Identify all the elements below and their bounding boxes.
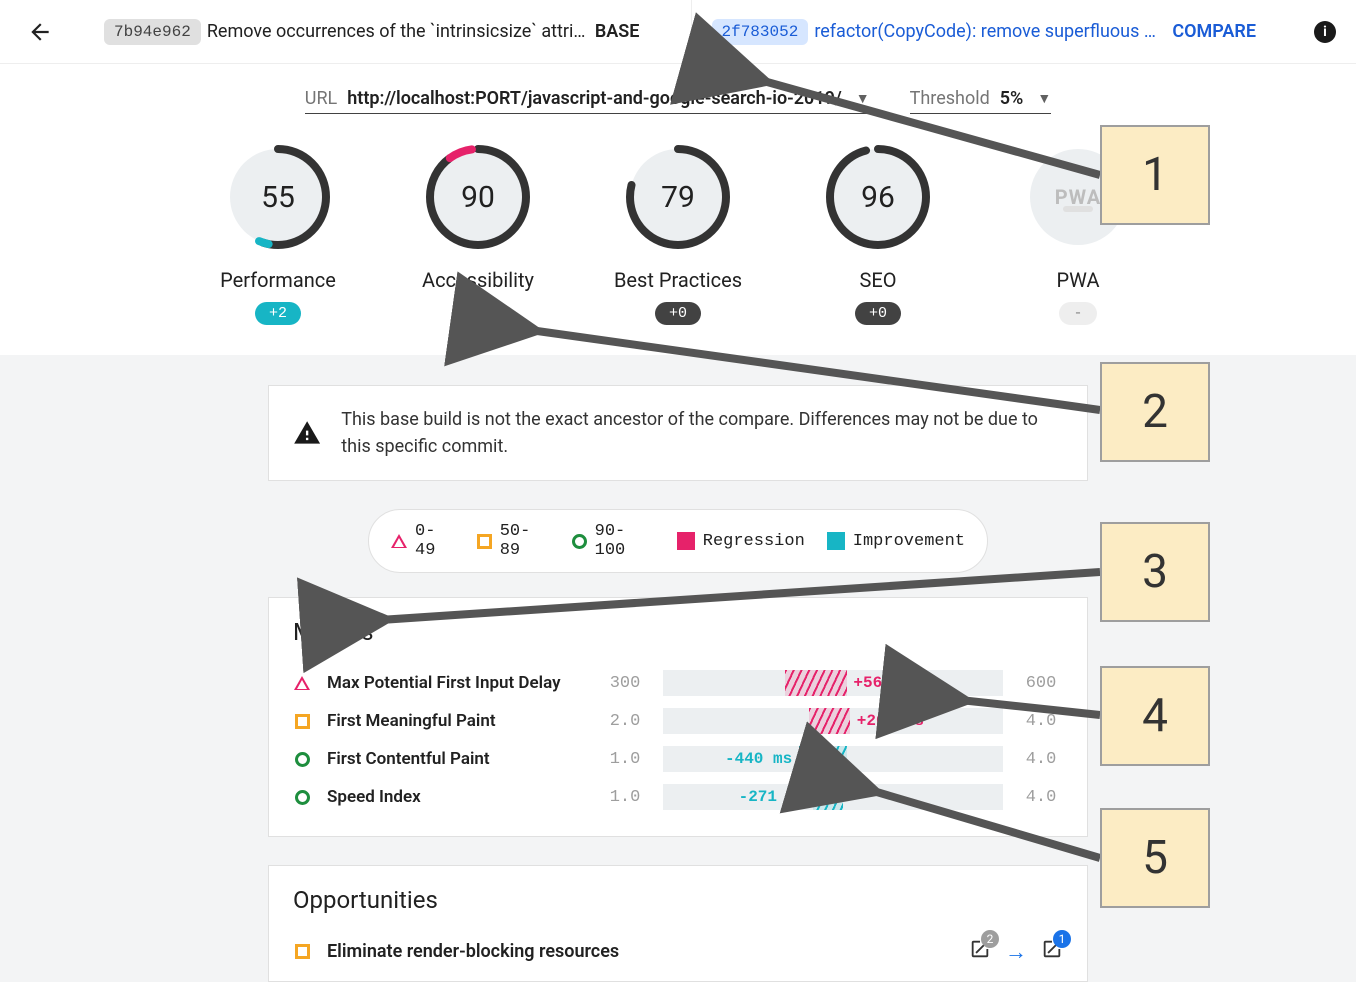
gauge-best-practices[interactable]: 79 Best Practices +0: [613, 144, 743, 325]
circle-icon: [572, 534, 587, 549]
metric-delta: +209 ms: [857, 712, 924, 730]
metric-bar: +56 ms: [663, 670, 1003, 696]
square-icon: [295, 944, 310, 959]
metric-delta: -271 ms: [739, 788, 806, 806]
url-label: URL: [305, 88, 337, 109]
callout-4: 4: [1100, 666, 1210, 766]
callout-3: 3: [1100, 522, 1210, 622]
improvement-swatch: [827, 532, 845, 550]
metric-max: 4.0: [1019, 788, 1063, 807]
metric-bar: -271 ms: [663, 784, 1003, 810]
metric-name: Speed Index: [327, 787, 587, 807]
callout-2: 2: [1100, 362, 1210, 462]
metric-min: 1.0: [603, 750, 647, 769]
gauge-delta: +0: [655, 302, 701, 325]
regression-swatch: [677, 532, 695, 550]
gauge-delta: -8: [455, 302, 501, 325]
legend-range2: 50-89: [500, 522, 550, 560]
ancestor-warning: This base build is not the exact ancesto…: [268, 385, 1088, 481]
metric-delta: -440 ms: [725, 750, 792, 768]
circle-icon: [295, 752, 310, 767]
legend: 0-49 50-89 90-100 Regression Improvement: [368, 509, 988, 573]
gauge-delta: -: [1059, 302, 1096, 325]
metric-bar: +209 ms: [663, 708, 1003, 734]
metric-min: 1.0: [603, 788, 647, 807]
gauge-name: SEO: [859, 268, 896, 292]
square-icon: [295, 714, 310, 729]
metric-delta: +56 ms: [853, 674, 911, 692]
metrics-title: Metrics: [293, 618, 1063, 646]
gauge-name: Performance: [220, 268, 336, 292]
metric-max: 4.0: [1019, 750, 1063, 769]
triangle-icon: [391, 534, 407, 548]
compare-hash: 2f783052: [712, 19, 809, 45]
opportunity-name: Eliminate render-blocking resources: [327, 941, 953, 962]
compare-report-icon[interactable]: 1: [1041, 938, 1063, 965]
chevron-down-icon: ▼: [856, 90, 870, 107]
metric-name: First Meaningful Paint: [327, 711, 587, 731]
metric-row[interactable]: Max Potential First Input Delay 300 +56 …: [293, 664, 1063, 702]
gauge-name: Best Practices: [614, 268, 742, 292]
badge-left: 2: [981, 930, 999, 948]
base-label: BASE: [595, 21, 640, 42]
metric-max: 600: [1019, 674, 1063, 693]
info-icon[interactable]: i: [1314, 21, 1336, 43]
gauge-accessibility[interactable]: 90 Accessibility -8: [413, 144, 543, 325]
metric-row[interactable]: Speed Index 1.0 -271 ms 4.0: [293, 778, 1063, 816]
legend-range3: 90-100: [595, 522, 655, 560]
metric-min: 300: [603, 674, 647, 693]
pwa-dash-icon: [1063, 206, 1093, 212]
base-commit-message: Remove occurrences of the `intrinsicsize…: [207, 21, 587, 42]
badge-right: 1: [1053, 930, 1071, 948]
base-report-icon[interactable]: 2: [969, 938, 991, 965]
gauge-score: 55: [261, 180, 295, 215]
gauge-score: 79: [661, 180, 695, 215]
square-icon: [477, 534, 492, 549]
legend-improvement: Improvement: [853, 532, 965, 551]
metric-name: First Contentful Paint: [327, 749, 587, 769]
back-button[interactable]: [20, 12, 60, 52]
gauge-seo[interactable]: 96 SEO +0: [813, 144, 943, 325]
threshold-selector[interactable]: Threshold 5% ▼: [910, 88, 1052, 114]
circle-icon: [295, 790, 310, 805]
compare-label: COMPARE: [1172, 21, 1256, 42]
metric-min: 2.0: [603, 712, 647, 731]
legend-range1: 0-49: [415, 522, 455, 560]
metric-row[interactable]: First Meaningful Paint 2.0 +209 ms 4.0: [293, 702, 1063, 740]
url-value: http://localhost:PORT/javascript-and-goo…: [347, 88, 841, 109]
base-hash: 7b94e962: [104, 19, 201, 45]
opportunities-title: Opportunities: [293, 886, 1063, 914]
opportunities-card: Opportunities Eliminate render-blocking …: [268, 865, 1088, 982]
gauge-performance[interactable]: 55 Performance +2: [213, 144, 343, 325]
arrow-right-icon: →: [1005, 939, 1027, 965]
gauge-name: PWA: [1057, 268, 1100, 292]
top-bar: 7b94e962 Remove occurrences of the `intr…: [0, 0, 1356, 64]
base-commit-block[interactable]: 7b94e962 Remove occurrences of the `intr…: [92, 0, 683, 63]
gauge-delta: +2: [255, 302, 301, 325]
threshold-value: 5%: [1000, 88, 1024, 109]
callout-1: 1: [1100, 125, 1210, 225]
warning-text: This base build is not the exact ancesto…: [341, 406, 1063, 460]
metric-bar: -440 ms: [663, 746, 1003, 772]
warning-icon: [293, 416, 321, 450]
compare-commit-block[interactable]: 2f783052 refactor(CopyCode): remove supe…: [700, 0, 1291, 63]
compare-commit-message: refactor(CopyCode): remove superfluous a…: [814, 21, 1164, 42]
legend-regression: Regression: [703, 532, 805, 551]
chevron-down-icon: ▼: [1037, 90, 1051, 107]
threshold-label: Threshold: [910, 88, 990, 109]
opportunity-row[interactable]: Eliminate render-blocking resources 2 → …: [293, 932, 1063, 971]
selector-row: URL http://localhost:PORT/javascript-and…: [0, 64, 1356, 126]
gauge-name: Accessibility: [422, 268, 534, 292]
url-selector[interactable]: URL http://localhost:PORT/javascript-and…: [305, 88, 870, 114]
callout-5: 5: [1100, 808, 1210, 908]
gauge-score: 90: [461, 180, 495, 215]
gauge-delta: +0: [855, 302, 901, 325]
metric-max: 4.0: [1019, 712, 1063, 731]
metric-row[interactable]: First Contentful Paint 1.0 -440 ms 4.0: [293, 740, 1063, 778]
topbar-divider: [691, 0, 692, 63]
metrics-card: Metrics Max Potential First Input Delay …: [268, 597, 1088, 837]
gauge-score: 96: [861, 180, 895, 215]
triangle-icon: [294, 676, 310, 690]
metric-name: Max Potential First Input Delay: [327, 673, 587, 693]
